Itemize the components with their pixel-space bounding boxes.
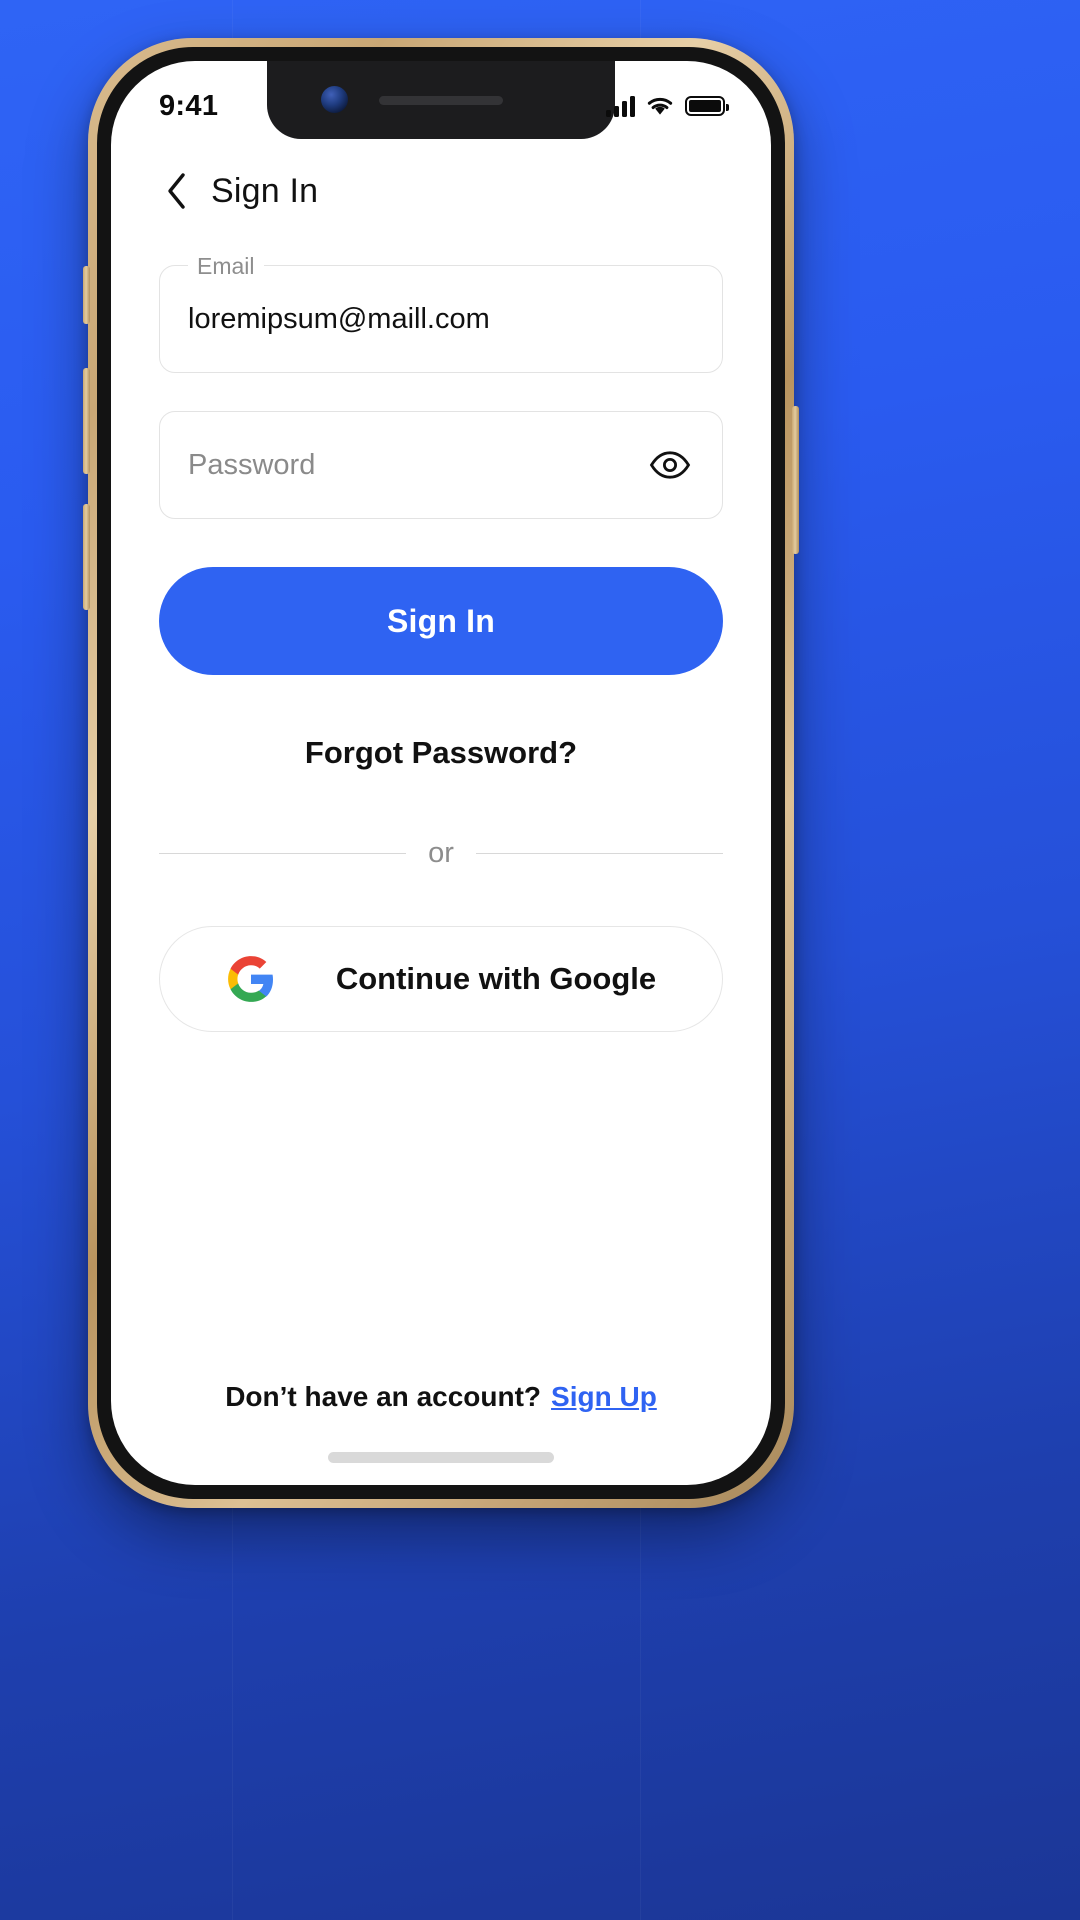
divider-line-left bbox=[159, 852, 407, 855]
divider-line-right bbox=[475, 852, 724, 855]
chevron-left-icon bbox=[168, 173, 185, 209]
phone-bezel: 9:41 Sign In Email loremipsum@maill.com … bbox=[97, 47, 785, 1499]
navigation-bar: Sign In bbox=[159, 145, 723, 211]
or-divider: or bbox=[159, 837, 724, 870]
signup-row: Don’t have an account? Sign Up bbox=[111, 1381, 771, 1413]
page-title: Sign In bbox=[211, 171, 319, 210]
forgot-password-link[interactable]: Forgot Password? bbox=[159, 735, 723, 771]
eye-icon bbox=[649, 451, 691, 479]
google-button-label: Continue with Google bbox=[335, 961, 657, 996]
sign-in-button-label: Sign In bbox=[386, 602, 496, 639]
cellular-signal-icon bbox=[606, 95, 635, 117]
silent-switch[interactable] bbox=[83, 266, 90, 324]
power-button[interactable] bbox=[792, 406, 799, 554]
signin-page: Sign In Email loremipsum@maill.com Passw… bbox=[111, 145, 771, 1485]
status-time: 9:41 bbox=[159, 89, 219, 122]
home-indicator[interactable] bbox=[328, 1452, 554, 1463]
sign-in-button[interactable]: Sign In bbox=[159, 567, 723, 675]
screenshot-root: 9:41 Sign In Email loremipsum@maill.com … bbox=[0, 0, 1080, 1920]
volume-down-button[interactable] bbox=[83, 504, 90, 610]
password-field-placeholder: Password bbox=[188, 448, 316, 481]
back-button[interactable] bbox=[159, 171, 193, 211]
google-g-icon bbox=[227, 956, 273, 1002]
email-field-label: Email bbox=[188, 253, 264, 279]
status-bar: 9:41 bbox=[111, 61, 771, 145]
volume-up-button[interactable] bbox=[83, 368, 90, 474]
divider-label: or bbox=[428, 837, 454, 869]
status-icons bbox=[606, 95, 729, 117]
email-field[interactable]: Email loremipsum@maill.com bbox=[159, 253, 723, 373]
sign-up-link[interactable]: Sign Up bbox=[551, 1381, 657, 1413]
wifi-icon bbox=[647, 97, 673, 115]
signup-question: Don’t have an account? bbox=[225, 1381, 542, 1412]
battery-icon bbox=[685, 96, 729, 116]
phone-device-frame: 9:41 Sign In Email loremipsum@maill.com … bbox=[83, 38, 799, 1508]
continue-with-google-button[interactable]: Continue with Google bbox=[159, 926, 723, 1032]
phone-screen: 9:41 Sign In Email loremipsum@maill.com … bbox=[111, 61, 771, 1485]
password-field[interactable]: Password bbox=[159, 411, 723, 519]
email-field-value: loremipsum@maill.com bbox=[188, 302, 490, 335]
password-visibility-toggle[interactable] bbox=[646, 443, 694, 487]
